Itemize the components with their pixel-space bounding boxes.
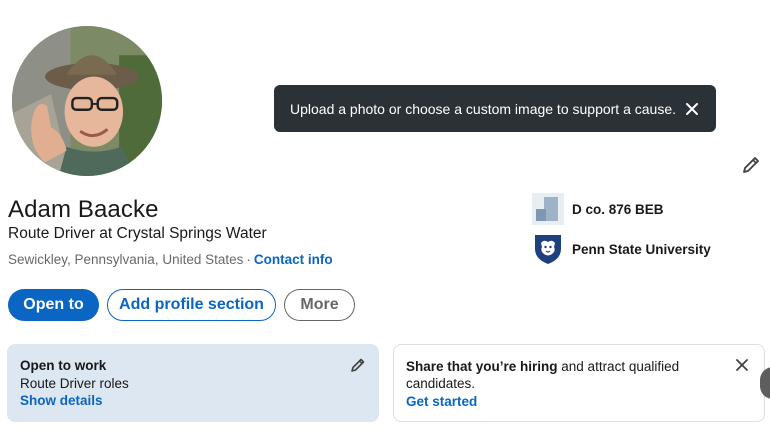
show-details-link[interactable]: Show details xyxy=(20,392,366,410)
profile-photo-image xyxy=(12,26,162,176)
education-school[interactable]: Penn State University xyxy=(532,233,711,265)
penn-state-logo xyxy=(532,233,564,265)
tooltip-text: Upload a photo or choose a custom image … xyxy=(290,100,677,117)
pencil-icon[interactable] xyxy=(349,356,367,374)
separator-dot: · xyxy=(246,252,251,267)
cover-photo-tooltip: Upload a photo or choose a custom image … xyxy=(274,85,716,132)
close-icon[interactable] xyxy=(682,99,702,119)
open-to-button[interactable]: Open to xyxy=(8,289,99,321)
get-started-link[interactable]: Get started xyxy=(406,392,752,412)
hiring-text-strong: Share that you’re hiring xyxy=(406,359,558,374)
open-to-work-card: Open to work Route Driver roles Show det… xyxy=(7,344,379,422)
profile-photo[interactable] xyxy=(10,24,164,178)
edit-intro-button[interactable] xyxy=(738,152,764,178)
open-to-work-roles: Route Driver roles xyxy=(20,376,129,391)
contact-info-link[interactable]: Contact info xyxy=(254,252,333,267)
company-logo xyxy=(532,193,564,225)
school-name: Penn State University xyxy=(572,241,711,257)
profile-headline: Route Driver at Crystal Springs Water xyxy=(8,225,267,242)
location-line: Sewickley, Pennsylvania, United States · C… xyxy=(8,252,333,267)
hiring-card: Share that you’re hiring and attract qua… xyxy=(393,344,765,422)
close-icon[interactable] xyxy=(734,357,752,375)
profile-name: Adam Baacke xyxy=(8,196,159,223)
current-company[interactable]: D co. 876 BEB xyxy=(532,193,664,225)
open-to-work-title: Open to work xyxy=(20,358,107,373)
more-button[interactable]: More xyxy=(284,289,355,321)
hiring-text: Share that you’re hiring and attract qua… xyxy=(406,358,726,392)
profile-location: Sewickley, Pennsylvania, United States xyxy=(8,252,244,267)
pencil-icon xyxy=(743,157,759,173)
add-profile-section-button[interactable]: Add profile section xyxy=(107,289,276,321)
company-name: D co. 876 BEB xyxy=(572,201,664,217)
